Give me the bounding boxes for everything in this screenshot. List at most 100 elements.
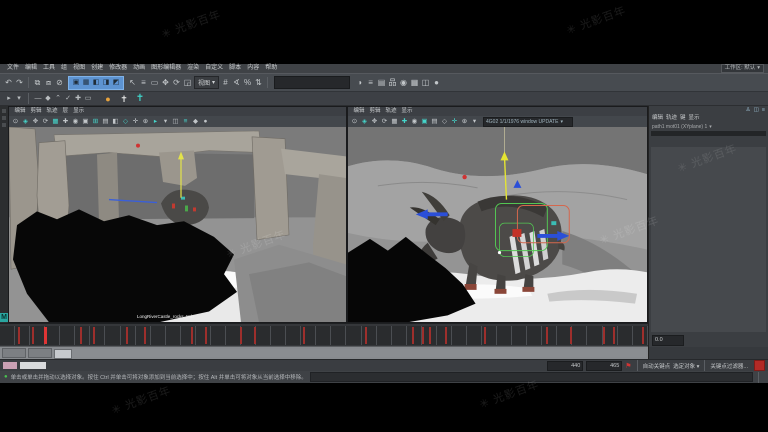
layout-icon[interactable]: ⊞ bbox=[91, 117, 100, 127]
render-icon[interactable]: ● bbox=[431, 75, 442, 90]
expand-icon[interactable]: ▸ bbox=[4, 93, 14, 105]
keyframe-marker[interactable] bbox=[422, 327, 424, 344]
user-icon[interactable]: ♙ bbox=[746, 106, 751, 114]
keyframe-marker[interactable] bbox=[365, 327, 367, 344]
selected-object-dropdown[interactable]: 选定对象 ▾ bbox=[673, 362, 699, 370]
menu-item[interactable]: 剪辑 bbox=[28, 107, 44, 116]
menu-item[interactable]: 脚本 bbox=[226, 64, 244, 73]
controller-path[interactable]: path1 mot01 (XYplane) 1 ▾ bbox=[649, 123, 768, 131]
workspace-dropdown[interactable]: 工作区: 默认 ▾ bbox=[721, 64, 764, 73]
check-icon[interactable]: ✓ bbox=[63, 93, 73, 105]
unlink-selection-icon[interactable]: ⧈ bbox=[43, 75, 54, 90]
redo-icon[interactable]: ↷ bbox=[14, 75, 25, 90]
cross-icon[interactable]: ✛ bbox=[131, 117, 140, 127]
align-icon[interactable]: ≡ bbox=[365, 75, 376, 90]
plus-icon[interactable]: ✚ bbox=[73, 93, 83, 105]
diamond-outline-icon[interactable]: ◇ bbox=[440, 117, 449, 127]
menu-item[interactable]: 显示 bbox=[689, 114, 700, 123]
keyframe-marker[interactable] bbox=[546, 327, 548, 344]
time-value-field[interactable]: 0.0 bbox=[652, 335, 684, 346]
camera-icon[interactable]: ⊙ bbox=[11, 117, 20, 127]
add-icon[interactable]: ✚ bbox=[61, 117, 70, 127]
keyframe-marker[interactable] bbox=[93, 327, 95, 344]
menu-item[interactable]: 视图 bbox=[70, 64, 88, 73]
maxscript-mini-listener-pink[interactable] bbox=[3, 362, 17, 369]
keyframe-marker[interactable] bbox=[445, 327, 447, 344]
play-small-icon[interactable]: ▸ bbox=[151, 117, 160, 127]
selection-filter-box[interactable]: ▣▦◧◨◩ bbox=[68, 76, 124, 90]
keyframe-marker[interactable] bbox=[570, 327, 572, 344]
caret-icon[interactable]: ⌃ bbox=[53, 93, 63, 105]
bind-to-spacewarp-icon[interactable]: ⊘ bbox=[54, 75, 65, 90]
menu-item[interactable]: 渲染 bbox=[184, 64, 202, 73]
frame-end-field[interactable]: 465 bbox=[586, 361, 622, 371]
auto-key-button[interactable]: 自动关键点 bbox=[643, 362, 671, 370]
panel-icon[interactable]: ◫ bbox=[171, 117, 180, 127]
biped-tool-icon[interactable]: ✝ bbox=[135, 93, 145, 105]
zoom-icon[interactable]: ⊕ bbox=[141, 117, 150, 127]
filter-all-icon[interactable]: ▣ bbox=[71, 77, 81, 88]
status-input[interactable] bbox=[310, 372, 753, 382]
layer-field[interactable]: 4G02 1/1/1976 window UPDATE ▾ bbox=[483, 117, 573, 127]
key-icon[interactable]: ◆ bbox=[191, 117, 200, 127]
keyframe-marker[interactable] bbox=[44, 327, 47, 344]
character-head-icon[interactable]: ● bbox=[103, 93, 113, 105]
menu-item[interactable]: 动画 bbox=[130, 64, 148, 73]
keyframe-marker[interactable] bbox=[18, 327, 20, 344]
menu-item[interactable]: 编辑 bbox=[12, 107, 28, 116]
track-bar[interactable] bbox=[0, 323, 648, 346]
select-and-rotate-icon[interactable]: ⟳ bbox=[171, 75, 182, 90]
menu-item[interactable]: 轨迹 bbox=[44, 107, 60, 116]
filter-geometry-icon[interactable]: ▦ bbox=[81, 77, 91, 88]
keyframe-marker[interactable] bbox=[429, 327, 431, 344]
set-key-flag-icon[interactable]: ⚑ bbox=[625, 362, 631, 370]
camera-icon[interactable]: ⊙ bbox=[350, 117, 359, 127]
keyframe-marker[interactable] bbox=[80, 327, 82, 344]
keyframe-marker[interactable] bbox=[603, 327, 605, 344]
filter-cameras-icon[interactable]: ◩ bbox=[111, 77, 121, 88]
scroll-right-button[interactable] bbox=[28, 348, 52, 358]
maxscript-badge[interactable]: M bbox=[0, 313, 8, 322]
scrollbar-track[interactable] bbox=[54, 349, 646, 357]
frame-icon[interactable]: ▣ bbox=[81, 117, 90, 127]
menu-item[interactable]: 显示 bbox=[71, 107, 87, 116]
scrollbar-thumb[interactable] bbox=[54, 349, 72, 359]
list-icon[interactable]: ≡ bbox=[181, 117, 190, 127]
layers-icon[interactable]: ▤ bbox=[101, 117, 110, 127]
layer-manager-icon[interactable]: ▤ bbox=[376, 75, 387, 90]
rotate-icon[interactable]: ⟳ bbox=[380, 117, 389, 127]
rotate-icon[interactable]: ⟳ bbox=[41, 117, 50, 127]
menu-item[interactable]: 文件 bbox=[4, 64, 22, 73]
keyframe-marker[interactable] bbox=[642, 327, 644, 344]
move-icon[interactable]: ✥ bbox=[31, 117, 40, 127]
menu-item[interactable]: 自定义 bbox=[202, 64, 226, 73]
render-setup-icon[interactable]: ▦ bbox=[409, 75, 420, 90]
collapse-icon[interactable]: ▾ bbox=[14, 93, 24, 105]
keyframe-marker[interactable] bbox=[613, 327, 615, 344]
add-icon[interactable]: ✚ bbox=[400, 117, 409, 127]
move-icon[interactable]: ✥ bbox=[370, 117, 379, 127]
grid-icon[interactable]: ▦ bbox=[51, 117, 60, 127]
panel-menu-icon[interactable]: ≡ bbox=[762, 106, 765, 114]
material-editor-icon[interactable]: ◉ bbox=[398, 75, 409, 90]
rendered-frame-icon[interactable]: ◫ bbox=[420, 75, 431, 90]
region-select-icon[interactable]: ▭ bbox=[149, 75, 160, 90]
menu-item[interactable]: 编辑 bbox=[652, 114, 663, 123]
select-and-link-icon[interactable]: ⧉ bbox=[32, 75, 43, 90]
menu-item[interactable]: 组 bbox=[58, 64, 70, 73]
diamond-outline-icon[interactable]: ◇ bbox=[121, 117, 130, 127]
menu-item[interactable]: 轨迹 bbox=[383, 107, 399, 116]
dropdown-icon[interactable]: ▾ bbox=[161, 117, 170, 127]
keyframe-marker[interactable] bbox=[303, 327, 305, 344]
grid-icon[interactable]: ▦ bbox=[390, 117, 399, 127]
keyframe-marker[interactable] bbox=[254, 327, 256, 344]
filter-lights-icon[interactable]: ◨ bbox=[101, 77, 111, 88]
menu-item[interactable]: 修改器 bbox=[106, 64, 130, 73]
menu-item[interactable]: 编辑 bbox=[351, 107, 367, 116]
menu-item[interactable]: 显示 bbox=[399, 107, 415, 116]
frame-icon[interactable]: ▣ bbox=[420, 117, 429, 127]
menu-item[interactable]: 创建 bbox=[88, 64, 106, 73]
time-scrollbar[interactable] bbox=[0, 346, 648, 359]
keyframe-marker[interactable] bbox=[32, 327, 34, 344]
menu-item[interactable]: 内容 bbox=[244, 64, 262, 73]
